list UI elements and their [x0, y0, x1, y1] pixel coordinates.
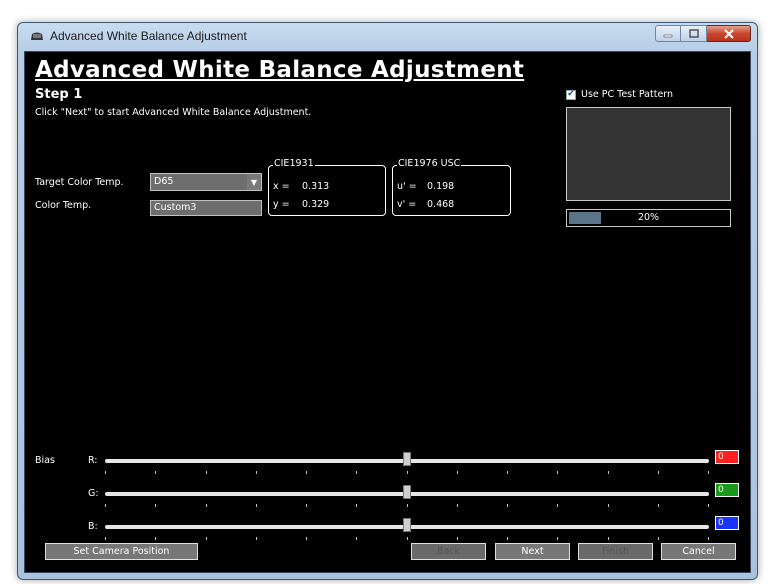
bias-g-slider[interactable] [105, 485, 709, 512]
use-pc-test-pattern-label: Use PC Test Pattern [581, 89, 674, 100]
cie1931-title: CIE1931 [273, 158, 315, 169]
slider-tick [105, 504, 106, 507]
slider-tick [507, 504, 508, 507]
slider-tick [557, 504, 558, 507]
bias-b-label: B: [88, 521, 98, 532]
color-temp-label: Color Temp. [35, 200, 92, 211]
slider-tick [658, 537, 659, 540]
back-button[interactable]: Back [411, 543, 486, 560]
slider-tick [155, 537, 156, 540]
slider-tick [708, 471, 709, 474]
use-pc-test-pattern-checkbox[interactable]: ✔ [566, 89, 576, 100]
cie1976-v-value: 0.468 [427, 199, 455, 210]
bias-b-slider[interactable] [105, 518, 709, 545]
slider-tick [507, 471, 508, 474]
slider-tick [105, 471, 106, 474]
slider-thumb[interactable] [403, 518, 411, 532]
color-temp-field: Custom3 [150, 200, 262, 216]
cie1931-x-value: 0.313 [302, 181, 330, 192]
main-window: Advanced White Balance Adjustment Advanc… [17, 22, 758, 580]
cie1931-group: CIE1931 x = 0.313 y = 0.329 [268, 158, 386, 216]
bias-r-slider[interactable] [105, 452, 709, 479]
slider-tick [306, 471, 307, 474]
slider-tick [206, 471, 207, 474]
slider-tick [306, 537, 307, 540]
cie1976-u-value: 0.198 [427, 181, 455, 192]
color-temp-value: Custom3 [154, 202, 197, 213]
slider-tick [407, 537, 408, 540]
progress-bar: 20% [566, 209, 731, 227]
slider-tick [256, 537, 257, 540]
bias-b-value[interactable]: 0 [715, 516, 739, 530]
slider-tick [206, 537, 207, 540]
step-title: Step 1 [35, 87, 83, 102]
close-icon [723, 28, 734, 39]
title-bar[interactable]: Advanced White Balance Adjustment [18, 23, 757, 51]
maximize-icon [688, 29, 699, 38]
slider-tick [658, 504, 659, 507]
slider-tick [608, 537, 609, 540]
slider-tick [457, 537, 458, 540]
target-color-temp-value: D65 [154, 176, 174, 187]
cie1931-y-label: y = [273, 199, 290, 210]
finish-button[interactable]: Finish [578, 543, 653, 560]
cie1931-x-label: x = [273, 181, 290, 192]
slider-tick [608, 471, 609, 474]
use-pc-test-pattern[interactable]: ✔ Use PC Test Pattern [566, 89, 673, 100]
window-title: Advanced White Balance Adjustment [50, 29, 247, 43]
slider-tick [256, 471, 257, 474]
cie1976-u-label: u' = [397, 181, 417, 192]
close-button[interactable] [707, 25, 751, 42]
slider-tick [105, 537, 106, 540]
target-color-temp-label: Target Color Temp. [35, 177, 124, 188]
test-pattern-preview [566, 107, 731, 201]
slider-tick [457, 471, 458, 474]
bias-r-value[interactable]: 0 [715, 450, 739, 464]
instruction-text: Click "Next" to start Advanced White Bal… [35, 107, 312, 118]
next-button[interactable]: Next [495, 543, 570, 560]
progress-text: 20% [637, 212, 660, 223]
slider-tick [658, 471, 659, 474]
window-controls [655, 25, 751, 43]
slider-tick [557, 537, 558, 540]
slider-tick [708, 504, 709, 507]
slider-tick [507, 537, 508, 540]
slider-tick [557, 471, 558, 474]
minimize-button[interactable] [655, 25, 681, 42]
slider-tick [407, 504, 408, 507]
slider-tick [306, 504, 307, 507]
page-title: Advanced White Balance Adjustment [35, 57, 525, 83]
slider-tick [206, 504, 207, 507]
slider-tick [457, 504, 458, 507]
slider-tick [155, 504, 156, 507]
cancel-button[interactable]: Cancel [661, 543, 736, 560]
app-icon [31, 32, 43, 40]
target-color-temp-select[interactable]: D65 ▼ [150, 173, 262, 191]
slider-thumb[interactable] [403, 452, 411, 466]
slider-tick [256, 504, 257, 507]
bias-g-label: G: [88, 488, 99, 499]
chevron-down-icon[interactable]: ▼ [247, 174, 261, 190]
slider-tick [608, 504, 609, 507]
bias-r-label: R: [88, 455, 98, 466]
cie1931-y-value: 0.329 [302, 199, 330, 210]
cie1976-v-label: v' = [397, 199, 417, 210]
slider-tick [155, 471, 156, 474]
minimize-icon [663, 34, 673, 37]
slider-thumb[interactable] [403, 485, 411, 499]
set-camera-position-button[interactable]: Set Camera Position [45, 543, 198, 560]
cie1976-title: CIE1976 USC [397, 158, 462, 169]
slider-tick [708, 537, 709, 540]
cie1976-group: CIE1976 USC u' = 0.198 v' = 0.468 [392, 158, 511, 216]
dialog-content: Advanced White Balance Adjustment Step 1… [24, 51, 751, 573]
slider-tick [356, 537, 357, 540]
slider-tick [356, 471, 357, 474]
bias-g-value[interactable]: 0 [715, 483, 739, 497]
slider-tick [356, 504, 357, 507]
bias-label: Bias [35, 455, 55, 466]
maximize-button[interactable] [681, 25, 707, 42]
slider-tick [407, 471, 408, 474]
